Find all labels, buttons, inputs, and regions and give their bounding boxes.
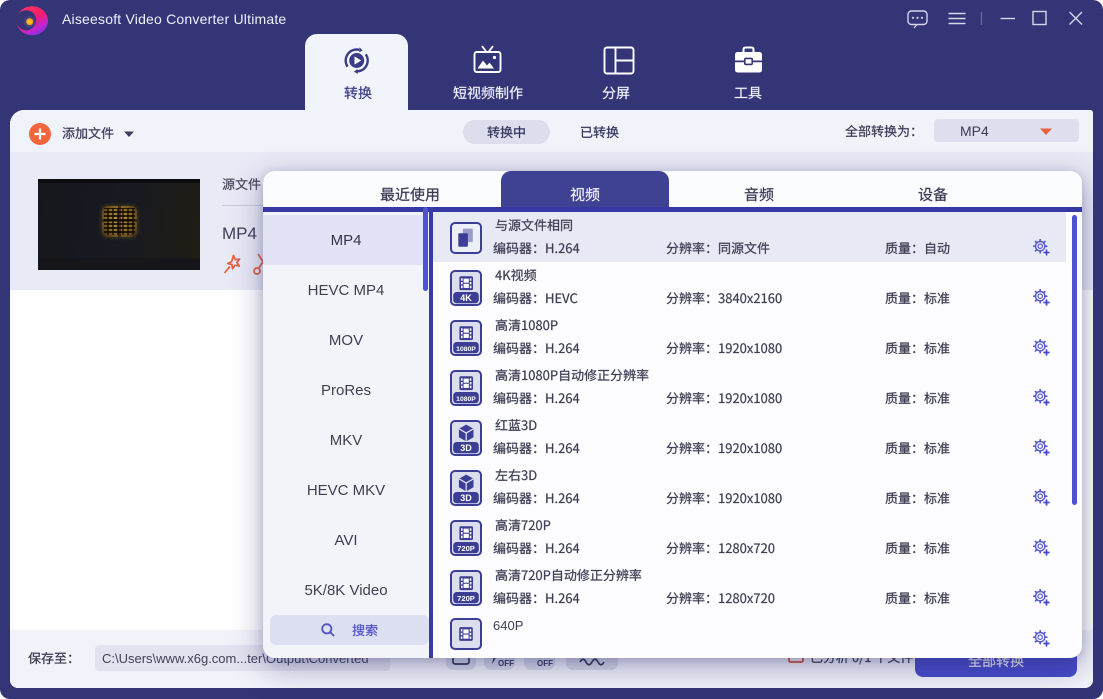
svg-text:3D: 3D [460,493,472,503]
svg-text:4K: 4K [460,293,472,303]
svg-text:720P: 720P [457,594,475,603]
svg-text:720P: 720P [457,544,475,553]
svg-text:3D: 3D [460,443,472,453]
svg-text:OFF: OFF [498,659,514,668]
svg-text:OFF: OFF [537,659,553,668]
svg-text:1080P: 1080P [456,396,476,403]
svg-text:1080P: 1080P [456,346,476,353]
